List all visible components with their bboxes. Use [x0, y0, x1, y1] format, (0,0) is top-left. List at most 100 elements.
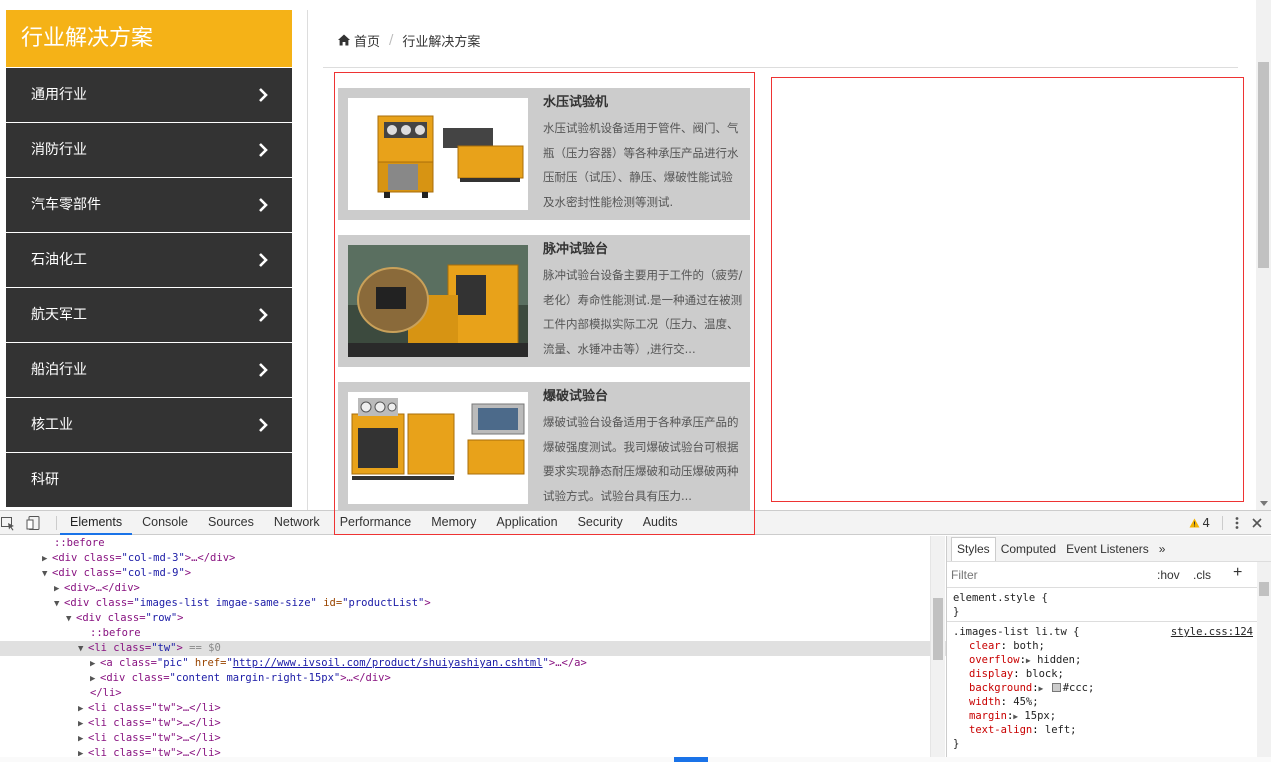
css-property[interactable]: background:▶ #ccc; [953, 681, 1265, 695]
sidebar: 行业解决方案 通用行业 消防行业 汽车零部件 石油化工 航天军工 船泊行业 核工… [6, 10, 292, 507]
css-rule-selector[interactable]: .images-list li.tw {style.css:124 [953, 625, 1265, 639]
dom-node-li-close[interactable]: </li> [0, 686, 946, 701]
css-property[interactable]: display: block; [953, 667, 1265, 681]
tab-network[interactable]: Network [264, 511, 330, 535]
collapse-triangle-icon[interactable]: ▼ [42, 567, 52, 582]
tab-application[interactable]: Application [486, 511, 567, 535]
dom-node-li-selected[interactable]: ▼ <li class="tw"> == $0 [0, 641, 946, 656]
tab-audits[interactable]: Audits [633, 511, 688, 535]
expand-triangle-icon[interactable]: ▶ [78, 717, 88, 732]
dom-node-images-list[interactable]: ▼ <div class="images-list imgae-same-size… [0, 596, 946, 611]
expand-triangle-icon[interactable]: ▶ [90, 672, 100, 687]
sidebar-item-marine[interactable]: 船泊行业 [6, 343, 292, 397]
page-scrollbar-thumb[interactable] [1258, 62, 1269, 268]
hover-state-toggle[interactable]: :hov [1157, 568, 1180, 582]
product-title[interactable]: 水压试验机 [543, 94, 743, 112]
new-style-rule-button[interactable]: + [1233, 564, 1242, 582]
dom-tree-scrollbar-thumb[interactable] [933, 598, 943, 660]
expand-triangle-icon[interactable]: ▶ [1039, 684, 1044, 693]
expand-triangle-icon[interactable]: ▶ [1026, 656, 1031, 665]
collapse-triangle-icon[interactable]: ▼ [78, 642, 88, 657]
product-image[interactable] [348, 392, 528, 504]
dom-node-div[interactable]: ▶ <div>…</div> [0, 581, 946, 596]
css-property[interactable]: text-align: left; [953, 723, 1265, 737]
more-tabs-button[interactable]: » [1154, 542, 1171, 561]
styles-scrollbar-thumb[interactable] [1259, 582, 1269, 596]
device-toolbar-icon[interactable] [26, 515, 42, 531]
sidebar-item-auto-parts[interactable]: 汽车零部件 [6, 178, 292, 232]
styles-scrollbar[interactable] [1257, 562, 1271, 762]
sidebar-item-petrochemical[interactable]: 石油化工 [6, 233, 292, 287]
tab-styles[interactable]: Styles [951, 537, 996, 561]
product-image[interactable] [348, 245, 528, 357]
sidebar-item-label: 通用行业 [31, 87, 87, 103]
tab-security[interactable]: Security [568, 511, 633, 535]
more-options-icon[interactable] [1235, 516, 1239, 530]
close-icon[interactable] [1251, 517, 1263, 529]
page-scrollbar[interactable] [1256, 0, 1271, 510]
toolbar-separator [56, 516, 57, 530]
screen: 行业解决方案 通用行业 消防行业 汽车零部件 石油化工 航天军工 船泊行业 核工… [0, 0, 1271, 762]
expand-triangle-icon[interactable]: ▶ [42, 552, 52, 567]
scroll-down-arrow-icon[interactable] [1260, 501, 1268, 506]
dom-node-content[interactable]: ▶ <div class="content margin-right-15px">… [0, 671, 946, 686]
product-card-hydrostatic[interactable]: 水压试验机 水压试验机设备适用于管件、阀门、气瓶（压力容器）等各种承压产品进行水… [338, 88, 750, 220]
devtools-toolbar-right: 4 [1189, 511, 1263, 535]
column-divider [307, 10, 308, 510]
href-link[interactable]: http://www.ivsoil.com/product/shuiyashiy… [233, 657, 543, 669]
tab-elements[interactable]: Elements [60, 511, 133, 535]
dom-node-a-pic[interactable]: ▶ <a class="pic" href="http://www.ivsoil.… [0, 656, 946, 671]
product-title[interactable]: 爆破试验台 [543, 388, 743, 406]
expand-triangle-icon[interactable]: ▶ [78, 732, 88, 747]
dom-node-col-md-9[interactable]: ▼ <div class="col-md-9"> [0, 566, 946, 581]
chevron-right-icon [256, 123, 270, 177]
expand-triangle-icon[interactable]: ▶ [78, 747, 88, 756]
dom-node-li[interactable]: ▶ <li class="tw">…</li> [0, 731, 946, 746]
sidebar-item-general[interactable]: 通用行业 [6, 68, 292, 122]
dom-node-li[interactable]: ▶ <li class="tw">…</li> [0, 701, 946, 716]
dom-tree-scrollbar[interactable] [930, 536, 945, 758]
css-property[interactable]: width: 45%; [953, 695, 1265, 709]
product-description: 水压试验机设备适用于管件、阀门、气瓶（压力容器）等各种承压产品进行水压耐压（试压… [543, 121, 739, 209]
sidebar-item-research[interactable]: 科研 [6, 453, 292, 507]
breadcrumb-home-link[interactable]: 首页 [354, 31, 380, 50]
css-property[interactable]: clear: both; [953, 639, 1265, 653]
expand-triangle-icon[interactable]: ▶ [90, 657, 100, 672]
expand-triangle-icon[interactable]: ▶ [1013, 712, 1018, 721]
product-card-pulse[interactable]: 脉冲试验台 脉冲试验台设备主要用于工件的（疲劳/老化）寿命性能测试.是一种通过在… [338, 235, 750, 367]
dom-node-li[interactable]: ▶ <li class="tw">…</li> [0, 716, 946, 731]
inspect-element-icon[interactable] [0, 515, 16, 531]
tab-console[interactable]: Console [132, 511, 198, 535]
color-swatch-icon[interactable] [1051, 683, 1061, 692]
css-property[interactable]: margin:▶ 15px; [953, 709, 1265, 723]
warnings-counter[interactable]: 4 [1189, 516, 1210, 530]
styles-filter-input[interactable] [951, 566, 1131, 584]
tab-memory[interactable]: Memory [421, 511, 486, 535]
product-image[interactable] [348, 98, 528, 210]
css-source-link[interactable]: style.css:124 [1171, 625, 1253, 639]
tab-event-listeners[interactable]: Event Listeners [1061, 542, 1154, 561]
collapse-triangle-icon[interactable]: ▼ [66, 612, 76, 627]
warning-count: 4 [1202, 516, 1210, 530]
collapse-triangle-icon[interactable]: ▼ [54, 597, 64, 612]
dom-node-row[interactable]: ▼ <div class="row"> [0, 611, 946, 626]
css-property[interactable]: overflow:▶ hidden; [953, 653, 1265, 667]
sidebar-item-fire[interactable]: 消防行业 [6, 123, 292, 177]
product-card-burst[interactable]: 爆破试验台 爆破试验台设备适用于各种承压产品的爆破强度测试。我司爆破试验台可根据… [338, 382, 750, 510]
tab-sources[interactable]: Sources [198, 511, 264, 535]
dom-node-li[interactable]: ▶ <li class="tw">…</li> [0, 746, 946, 756]
tab-performance[interactable]: Performance [330, 511, 422, 535]
sidebar-item-aerospace[interactable]: 航天军工 [6, 288, 292, 342]
class-toggle[interactable]: .cls [1193, 568, 1211, 582]
element-style-selector[interactable]: element.style { [953, 591, 1265, 605]
expand-triangle-icon[interactable]: ▶ [78, 702, 88, 717]
dom-node-pseudo-before[interactable]: ::before [0, 626, 946, 641]
product-title[interactable]: 脉冲试验台 [543, 241, 743, 259]
sidebar-item-nuclear[interactable]: 核工业 [6, 398, 292, 452]
tab-computed[interactable]: Computed [996, 542, 1061, 561]
dom-node-pseudo-before[interactable]: ::before [0, 536, 946, 551]
styles-tabs: Styles Computed Event Listeners » [947, 536, 1271, 562]
breadcrumb: 首页 / 行业解决方案 [337, 30, 480, 50]
expand-triangle-icon[interactable]: ▶ [54, 582, 64, 597]
dom-node-col-md-3[interactable]: ▶ <div class="col-md-3">…</div> [0, 551, 946, 566]
